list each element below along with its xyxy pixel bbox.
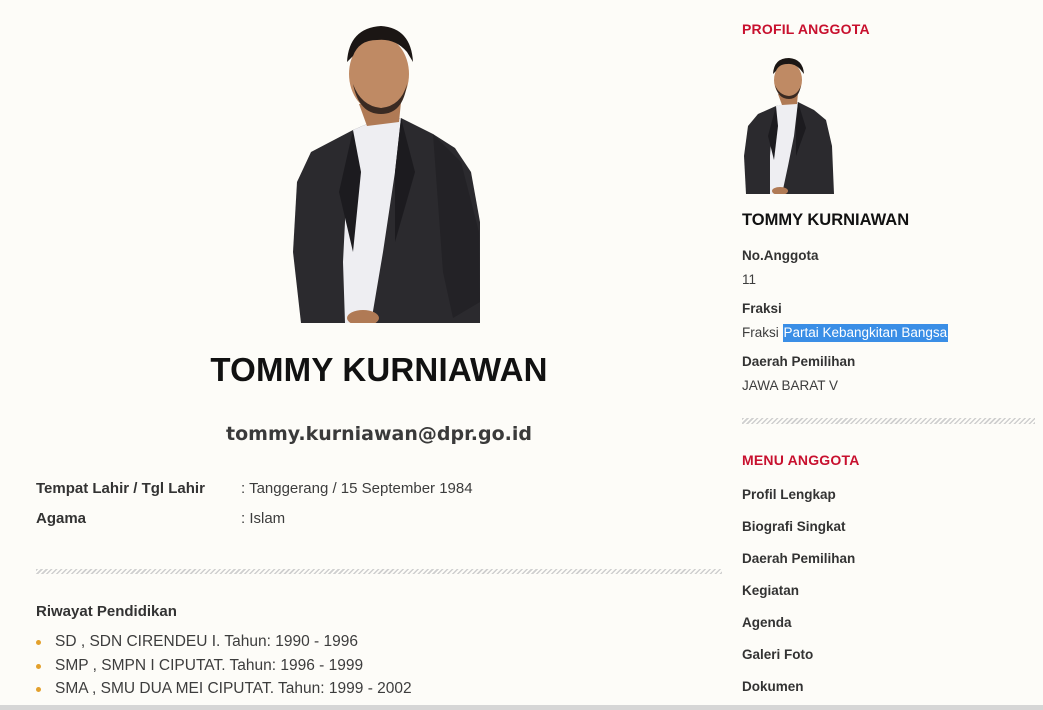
menu-item-agenda[interactable]: Agenda	[742, 615, 792, 630]
education-item: SMP , SMPN I CIPUTAT. Tahun: 1996 - 1999	[36, 655, 412, 679]
section-divider	[36, 569, 722, 574]
menu-item-dokumen[interactable]: Dokumen	[742, 679, 804, 694]
fraksi-party-selected[interactable]: Partai Kebangkitan Bangsa	[782, 324, 949, 342]
menu-item-daerah-pemilihan[interactable]: Daerah Pemilihan	[742, 551, 855, 566]
dapil-value: JAWA BARAT V	[742, 378, 839, 393]
menu-item-kegiatan[interactable]: Kegiatan	[742, 583, 799, 598]
bullet-icon	[36, 640, 41, 645]
menu-anggota-heading: MENU ANGGOTA	[742, 452, 860, 468]
member-email[interactable]: tommy.kurniawan@dpr.go.id	[36, 423, 722, 445]
bullet-icon	[36, 687, 41, 692]
menu-item-biografi-singkat[interactable]: Biografi Singkat	[742, 519, 846, 534]
sidebar-member-photo	[742, 56, 834, 194]
menu-item-galeri-foto[interactable]: Galeri Foto	[742, 647, 813, 662]
education-title: Riwayat Pendidikan	[36, 603, 177, 620]
no-anggota-value: 11	[742, 272, 757, 287]
sidebar-divider	[742, 418, 1035, 424]
birth-label: Tempat Lahir / Tgl Lahir	[36, 480, 205, 497]
education-list: SD , SDN CIRENDEU I. Tahun: 1990 - 1996 …	[36, 631, 412, 702]
member-name: TOMMY KURNIAWAN	[210, 351, 548, 388]
horizontal-scrollbar[interactable]	[0, 705, 1043, 710]
profil-anggota-heading: PROFIL ANGGOTA	[742, 21, 870, 37]
dapil-label: Daerah Pemilihan	[742, 354, 856, 369]
religion-value: : Islam	[241, 510, 286, 527]
education-item: SD , SDN CIRENDEU I. Tahun: 1990 - 1996	[36, 631, 412, 655]
sidebar-member-name: TOMMY KURNIAWAN	[742, 211, 910, 229]
menu-item-profil-lengkap[interactable]: Profil Lengkap	[742, 487, 836, 502]
fraksi-prefix: Fraksi	[742, 325, 783, 340]
no-anggota-label: No.Anggota	[742, 248, 819, 263]
member-photo	[283, 22, 480, 323]
bullet-icon	[36, 663, 41, 669]
birth-value: : Tanggerang / 15 September 1984	[241, 480, 473, 497]
fraksi-value: Fraksi Partai Kebangkitan Bangsa	[742, 324, 949, 342]
page: TOMMY KURNIAWAN tommy.kurniawan@dpr.go.i…	[0, 0, 1043, 710]
education-item: SMA , SMU DUA MEI CIPUTAT. Tahun: 1999 -…	[36, 678, 412, 702]
religion-label: Agama	[36, 510, 87, 527]
fraksi-label: Fraksi	[742, 301, 782, 316]
